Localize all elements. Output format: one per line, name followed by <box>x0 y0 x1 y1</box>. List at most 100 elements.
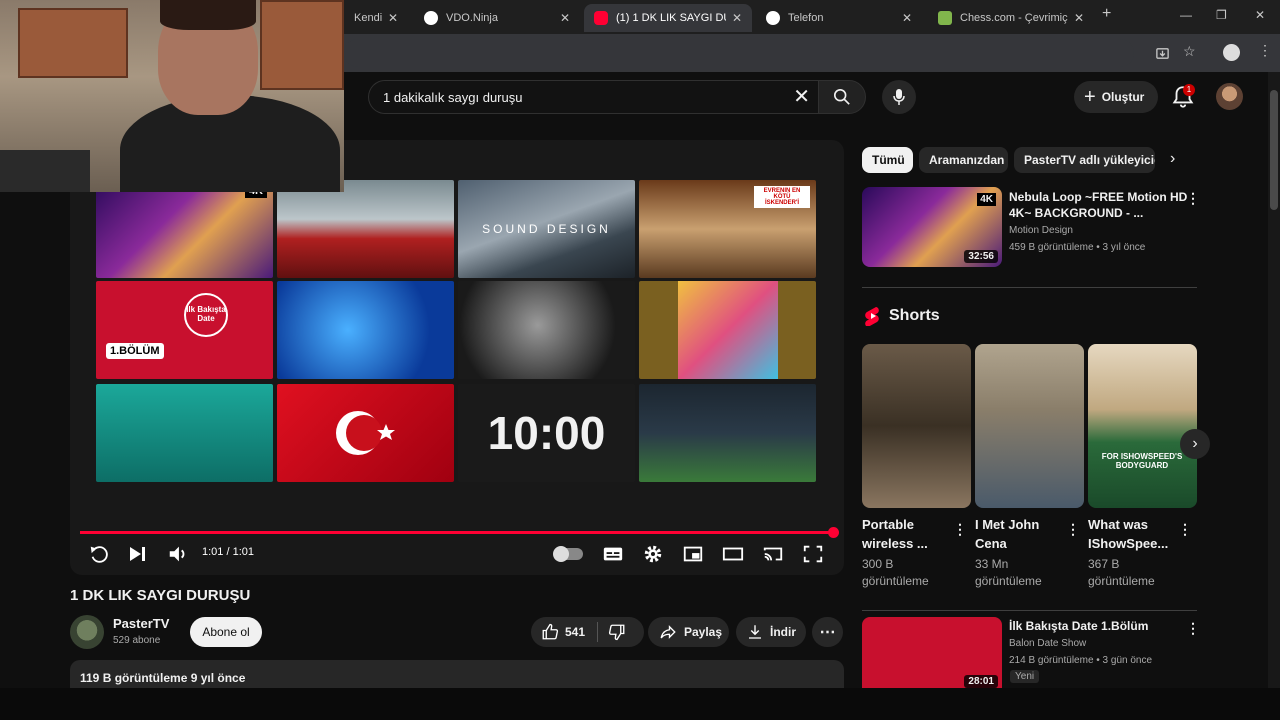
next-icon[interactable] <box>128 542 148 566</box>
cast-icon[interactable] <box>762 542 784 566</box>
voice-search-button[interactable] <box>882 80 916 114</box>
close-icon[interactable]: ✕ <box>1074 11 1084 25</box>
tab-vdo-ninja[interactable]: VDO.Ninja ✕ <box>414 4 580 32</box>
kebab-menu-icon[interactable]: ⋮ <box>1178 521 1192 538</box>
chess-icon <box>938 11 952 25</box>
short-thumbnail[interactable]: FOR ISHOWSPEED'S BODYGUARD <box>1088 344 1197 508</box>
video-duration: 28:01 <box>964 675 998 688</box>
profile-icon[interactable] <box>1223 44 1240 61</box>
window-close-button[interactable]: ✕ <box>1255 8 1265 22</box>
clear-search-icon[interactable]: ✕ <box>793 87 810 107</box>
autoplay-toggle[interactable] <box>553 542 583 566</box>
download-button[interactable]: İndir <box>736 617 806 647</box>
time-display: 1:01 / 1:01 <box>202 546 254 558</box>
tab-label: Chess.com - Çevrimiçi Sa <box>960 12 1068 24</box>
recommended-title[interactable]: İlk Bakışta Date 1.Bölüm <box>1009 618 1148 634</box>
chip-from-search[interactable]: Aramanızdan <box>919 147 1008 173</box>
kebab-menu-icon[interactable]: ⋮ <box>1186 620 1200 637</box>
tab-label: Telefon <box>788 12 824 24</box>
divider <box>862 610 1197 611</box>
video-title: 1 DK LIK SAYGI DURUŞU <box>70 587 251 604</box>
short-views: 33 Mn görüntüleme <box>975 556 1042 590</box>
search-input[interactable]: 1 dakikalık saygı duruşu ✕ <box>368 80 818 114</box>
grid-thumbnail <box>277 281 454 379</box>
settings-gear-icon[interactable] <box>642 542 664 566</box>
recommended-title[interactable]: Nebula Loop ~FREE Motion HD 4K~ BACKGROU… <box>1009 189 1187 221</box>
video-player[interactable]: 4K SOUND DESIGN EVRENIN EN KÖTÜ İSKENDER… <box>70 140 844 575</box>
url-field[interactable] <box>344 39 1134 67</box>
progress-scrubber[interactable] <box>828 527 839 538</box>
tab-label: VDO.Ninja <box>446 12 498 24</box>
divider <box>862 287 1197 288</box>
close-icon[interactable]: ✕ <box>902 11 912 25</box>
create-button[interactable]: + Oluştur <box>1074 81 1159 113</box>
short-title[interactable]: What was IShowSpee... <box>1088 515 1172 553</box>
theater-mode-icon[interactable] <box>722 542 744 566</box>
volume-icon[interactable] <box>167 542 189 566</box>
browser-menu-icon[interactable]: ⋮ <box>1258 42 1272 59</box>
kebab-menu-icon[interactable]: ⋮ <box>1066 521 1080 538</box>
grid-thumbnail <box>639 281 816 379</box>
subscriber-count: 529 abone <box>113 635 161 646</box>
close-icon[interactable]: ✕ <box>732 11 742 25</box>
like-icon[interactable] <box>541 623 559 641</box>
tab-youtube[interactable]: (1) 1 DK LIK SAYGI DURU ✕ <box>584 4 752 32</box>
views-count: 33 Mn <box>975 557 1009 571</box>
short-overlay-text: FOR ISHOWSPEED'S BODYGUARD <box>1101 452 1183 470</box>
person-hair <box>160 0 256 30</box>
minimize-button[interactable]: — <box>1180 8 1192 22</box>
kebab-menu-icon[interactable]: ⋮ <box>1186 190 1200 207</box>
chip-uploader[interactable]: PasterTV adlı yükleyicide <box>1014 147 1155 173</box>
download-icon <box>749 625 761 639</box>
like-count[interactable]: 541 <box>565 625 585 639</box>
new-tab-button[interactable]: + <box>1102 5 1111 23</box>
chevron-right-icon[interactable]: › <box>1170 150 1175 168</box>
tab-kendi[interactable]: Kendi i ✕ <box>344 4 408 32</box>
recommended-thumbnail[interactable]: 28:01 <box>862 617 1002 688</box>
search-query: 1 dakikalık saygı duruşu <box>383 89 523 105</box>
scrollbar-thumb[interactable] <box>1270 90 1278 210</box>
recommended-channel[interactable]: Balon Date Show <box>1009 638 1086 649</box>
bookmark-star-icon[interactable]: ☆ <box>1183 43 1196 60</box>
share-label: Paylaş <box>684 625 723 639</box>
grid-thumbnail: İlk Bakışta Date 1.BÖLÜM <box>96 281 273 379</box>
close-icon[interactable]: ✕ <box>560 11 570 25</box>
plus-icon: + <box>1084 85 1096 108</box>
chip-all[interactable]: Tümü <box>862 147 913 173</box>
progress-bar[interactable] <box>80 531 834 534</box>
cabinet <box>18 8 128 78</box>
share-button[interactable]: Paylaş <box>648 617 729 647</box>
channel-name[interactable]: PasterTV <box>113 616 169 631</box>
grid-thumbnail <box>458 281 635 379</box>
fullscreen-icon[interactable] <box>802 542 824 566</box>
replay-icon[interactable] <box>88 542 110 566</box>
grid-thumbnail <box>639 384 816 482</box>
page-scrollbar[interactable] <box>1268 72 1280 688</box>
user-avatar[interactable] <box>1216 83 1243 110</box>
short-title[interactable]: I Met John Cena <box>975 515 1059 553</box>
channel-avatar[interactable] <box>70 615 104 649</box>
date-logo: İlk Bakışta Date <box>184 293 228 337</box>
shorts-next-button[interactable]: › <box>1180 429 1210 459</box>
maximize-button[interactable]: ❐ <box>1216 8 1227 22</box>
grid-thumbnail <box>96 384 273 482</box>
grid-thumbnail: SOUND DESIGN <box>458 180 635 278</box>
tab-telefon[interactable]: Telefon ✕ <box>756 4 922 32</box>
search-button[interactable] <box>818 80 866 114</box>
kebab-menu-icon[interactable]: ⋮ <box>953 521 967 538</box>
recommended-channel[interactable]: Motion Design <box>1009 225 1073 236</box>
tab-chess[interactable]: Chess.com - Çevrimiçi Sa ✕ <box>928 4 1094 32</box>
subtitles-icon[interactable] <box>602 542 624 566</box>
recommended-thumbnail[interactable]: 4K 32:56 <box>862 187 1002 267</box>
more-actions-button[interactable]: ⋯ <box>812 617 843 647</box>
close-icon[interactable]: ✕ <box>388 11 398 25</box>
miniplayer-icon[interactable] <box>682 542 704 566</box>
subscribe-button[interactable]: Abone ol <box>190 617 262 647</box>
short-title[interactable]: Portable wireless ... <box>862 515 946 553</box>
install-icon[interactable] <box>1155 46 1170 61</box>
dislike-icon[interactable] <box>608 623 626 641</box>
short-thumbnail[interactable] <box>862 344 971 508</box>
short-thumbnail[interactable] <box>975 344 1084 508</box>
views-count: 367 B <box>1088 557 1120 571</box>
timer-text: 10:00 <box>487 407 606 459</box>
